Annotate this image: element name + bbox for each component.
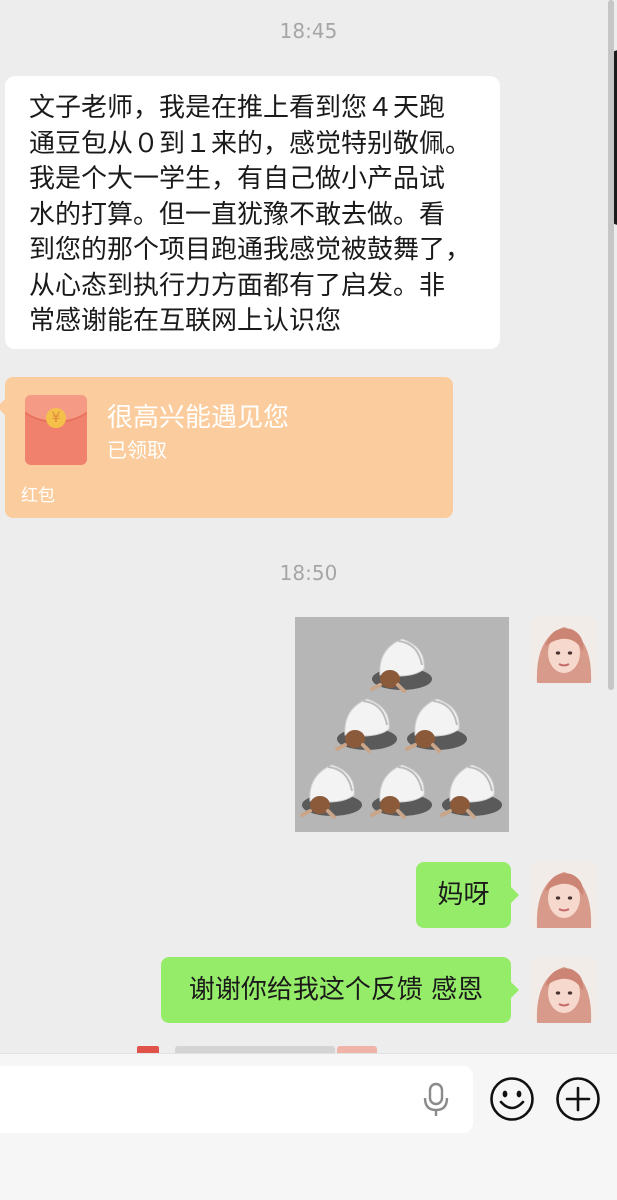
red-packet-status: 已领取 bbox=[107, 438, 167, 462]
avatar[interactable] bbox=[531, 957, 597, 1023]
red-packet-title: 很高兴能遇见您 bbox=[107, 403, 290, 433]
avatar[interactable] bbox=[531, 617, 597, 683]
timestamp: 18:50 bbox=[279, 561, 338, 585]
red-packet-card[interactable]: ¥ 很高兴能遇见您 已领取 红包 bbox=[0, 377, 453, 518]
incoming-message-bubble[interactable]: 文子老师，我是在推上看到您４天跑 通豆包从０到１来的，感觉特别敬佩。 我是个大一… bbox=[5, 76, 500, 349]
chat-input-bar bbox=[0, 1053, 617, 1200]
timestamp: 18:45 bbox=[279, 19, 338, 43]
emoji-icon[interactable] bbox=[489, 1076, 535, 1122]
red-packet-label: 红包 bbox=[21, 486, 55, 506]
message-input[interactable] bbox=[0, 1066, 473, 1133]
message-text: 谢谢你给我这个反馈 感恩 bbox=[188, 975, 484, 1005]
outgoing-message-bubble[interactable]: 妈呀 bbox=[416, 862, 519, 928]
message-text: 妈呀 bbox=[437, 880, 490, 910]
plus-icon[interactable] bbox=[555, 1076, 601, 1122]
scrollbar[interactable] bbox=[608, 0, 614, 690]
avatar[interactable] bbox=[531, 862, 597, 928]
outgoing-message-bubble[interactable]: 谢谢你给我这个反馈 感恩 bbox=[161, 957, 519, 1023]
sticker-image[interactable] bbox=[295, 617, 509, 832]
red-packet-icon: ¥ bbox=[25, 395, 87, 465]
bubble-notch bbox=[0, 399, 5, 415]
microphone-icon[interactable] bbox=[421, 1082, 451, 1118]
